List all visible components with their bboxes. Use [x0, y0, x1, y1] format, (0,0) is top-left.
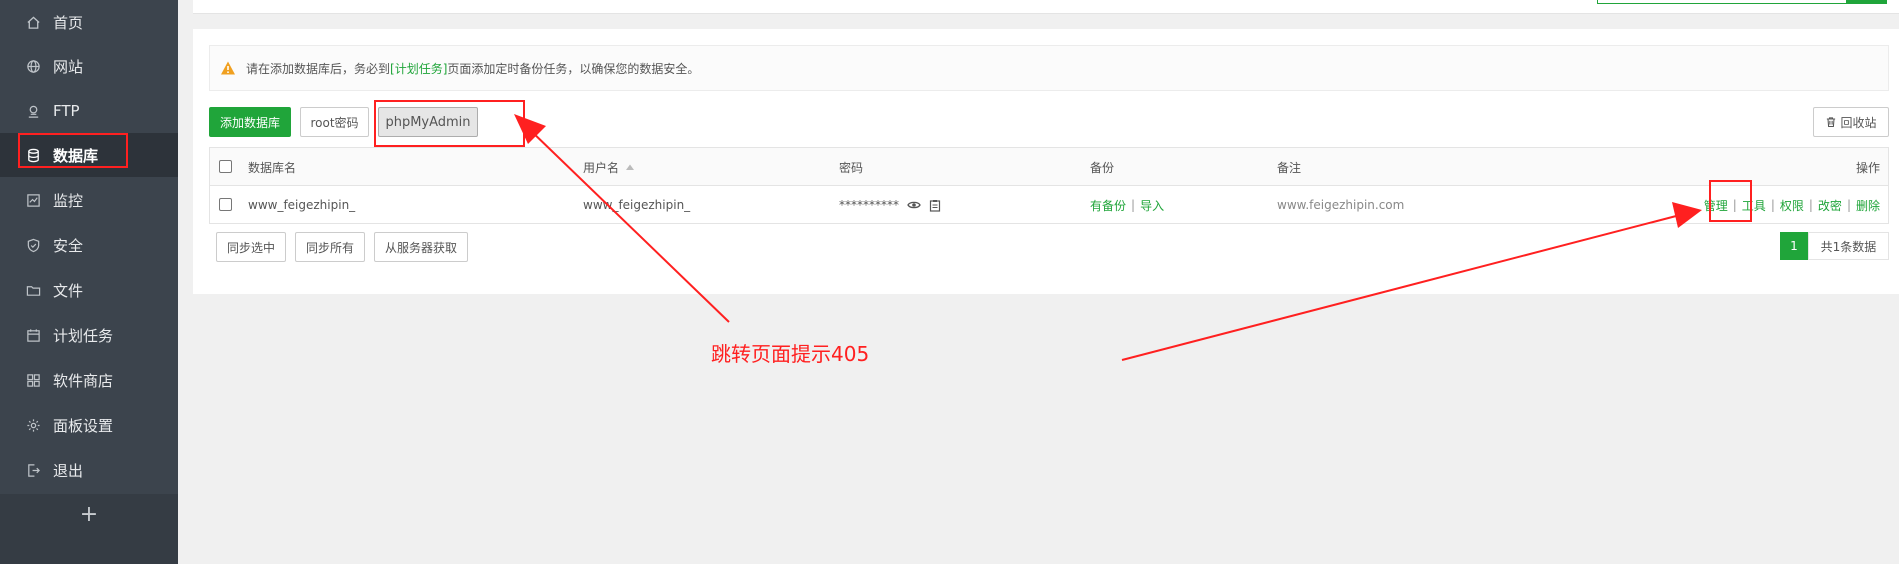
sidebar-item-label: 计划任务 [53, 326, 114, 345]
alert-text-suffix: 页面添加定时备份任务，以确保您的数据安全。 [447, 61, 700, 76]
col-header-user-label: 用户名 [583, 160, 620, 175]
sidebar-item-label: 安全 [53, 236, 84, 255]
separator: | [1131, 198, 1136, 212]
separator: | [1770, 198, 1775, 212]
annotation-box-manage [1709, 180, 1752, 222]
sidebar-item-store[interactable]: 软件商店 [0, 358, 178, 402]
db-password: ********** [839, 198, 899, 212]
row-checkbox[interactable] [219, 198, 232, 211]
globe-icon [26, 59, 41, 74]
recycle-bin-button[interactable]: 回收站 [1813, 107, 1889, 137]
search-button[interactable] [1847, 0, 1887, 4]
permission-link[interactable]: 权限 [1780, 197, 1804, 214]
calendar-icon [26, 328, 41, 343]
col-header-name: 数据库名 [248, 160, 297, 175]
sort-asc-icon [626, 164, 635, 170]
pagination-current[interactable]: 1 [1780, 232, 1808, 260]
recycle-bin-label: 回收站 [1840, 115, 1877, 130]
monitor-icon [26, 193, 41, 208]
sidebar-item-label: 软件商店 [53, 371, 114, 390]
change-password-link[interactable]: 改密 [1818, 197, 1842, 214]
db-name: www_feigezhipin_ [248, 198, 356, 212]
sidebar-item-ftp[interactable]: FTP [0, 89, 178, 133]
copy-icon[interactable] [929, 199, 941, 212]
col-header-ops: 操作 [1855, 160, 1880, 175]
backup-alert: 请在添加数据库后，务必到 [计划任务] 页面添加定时备份任务，以确保您的数据安全。 [209, 45, 1889, 91]
pagination-total: 共1条数据 [1808, 232, 1889, 260]
annotation-text: 跳转页面提示405 [711, 342, 870, 366]
db-backup-cell: 有备份 | 导入 [1090, 186, 1164, 224]
sidebar-item-label: 退出 [53, 461, 84, 480]
database-table: 数据库名 用户名 密码 备份 备注 操作 www_feigezhipin_ ww… [209, 147, 1889, 224]
warning-icon [221, 61, 235, 75]
trash-icon [1827, 117, 1836, 128]
annotation-box-database [18, 133, 128, 168]
folder-icon [26, 283, 41, 298]
cron-link[interactable]: [计划任务] [390, 60, 447, 77]
sidebar-item-label: 网站 [53, 57, 84, 76]
sidebar-item-logout[interactable]: 退出 [0, 448, 178, 492]
sidebar-item-label: 文件 [53, 281, 84, 300]
fetch-from-server-button[interactable]: 从服务器获取 [374, 232, 468, 262]
sidebar-item-security[interactable]: 安全 [0, 223, 178, 267]
gear-icon [26, 418, 41, 433]
search-input[interactable] [1597, 0, 1847, 4]
sidebar-item-files[interactable]: 文件 [0, 268, 178, 312]
col-header-password: 密码 [839, 160, 864, 175]
eye-icon[interactable] [907, 200, 921, 210]
col-header-backup: 备份 [1090, 160, 1115, 175]
shield-icon [26, 238, 41, 253]
sidebar-item-label: 面板设置 [53, 416, 114, 435]
separator: | [1808, 198, 1813, 212]
backup-link[interactable]: 有备份 [1090, 197, 1126, 214]
root-password-button[interactable]: root密码 [300, 107, 369, 137]
table-header [210, 148, 1888, 186]
home-icon [26, 15, 41, 30]
sync-all-button[interactable]: 同步所有 [295, 232, 365, 262]
sidebar-item-label: 监控 [53, 191, 84, 210]
sidebar-item-home[interactable]: 首页 [0, 0, 178, 44]
annotation-box-phpmyadmin [374, 100, 525, 147]
alert-text-prefix: 请在添加数据库后，务必到 [246, 61, 391, 76]
add-database-button[interactable]: 添加数据库 [209, 107, 291, 137]
import-link[interactable]: 导入 [1140, 197, 1164, 214]
sidebar-item-label: FTP [53, 102, 80, 120]
sidebar-item-website[interactable]: 网站 [0, 44, 178, 88]
logout-icon [26, 463, 41, 478]
col-header-note: 备注 [1277, 160, 1302, 175]
grid-icon [26, 373, 41, 388]
db-user: www_feigezhipin_ [583, 198, 691, 212]
sidebar-add-button[interactable]: + [0, 498, 178, 530]
sidebar-item-monitor[interactable]: 监控 [0, 178, 178, 222]
delete-link[interactable]: 删除 [1856, 197, 1880, 214]
db-note[interactable]: www.feigezhipin.com [1277, 186, 1404, 224]
select-all-checkbox[interactable] [219, 160, 232, 173]
db-password-cell: ********** [839, 186, 941, 224]
sidebar-item-cron[interactable]: 计划任务 [0, 313, 178, 357]
sync-selected-button[interactable]: 同步选中 [216, 232, 286, 262]
separator: | [1846, 198, 1851, 212]
sidebar-item-settings[interactable]: 面板设置 [0, 403, 178, 447]
col-header-user[interactable]: 用户名 [583, 148, 635, 186]
sidebar-item-label: 首页 [53, 13, 84, 32]
ftp-icon [26, 104, 41, 119]
